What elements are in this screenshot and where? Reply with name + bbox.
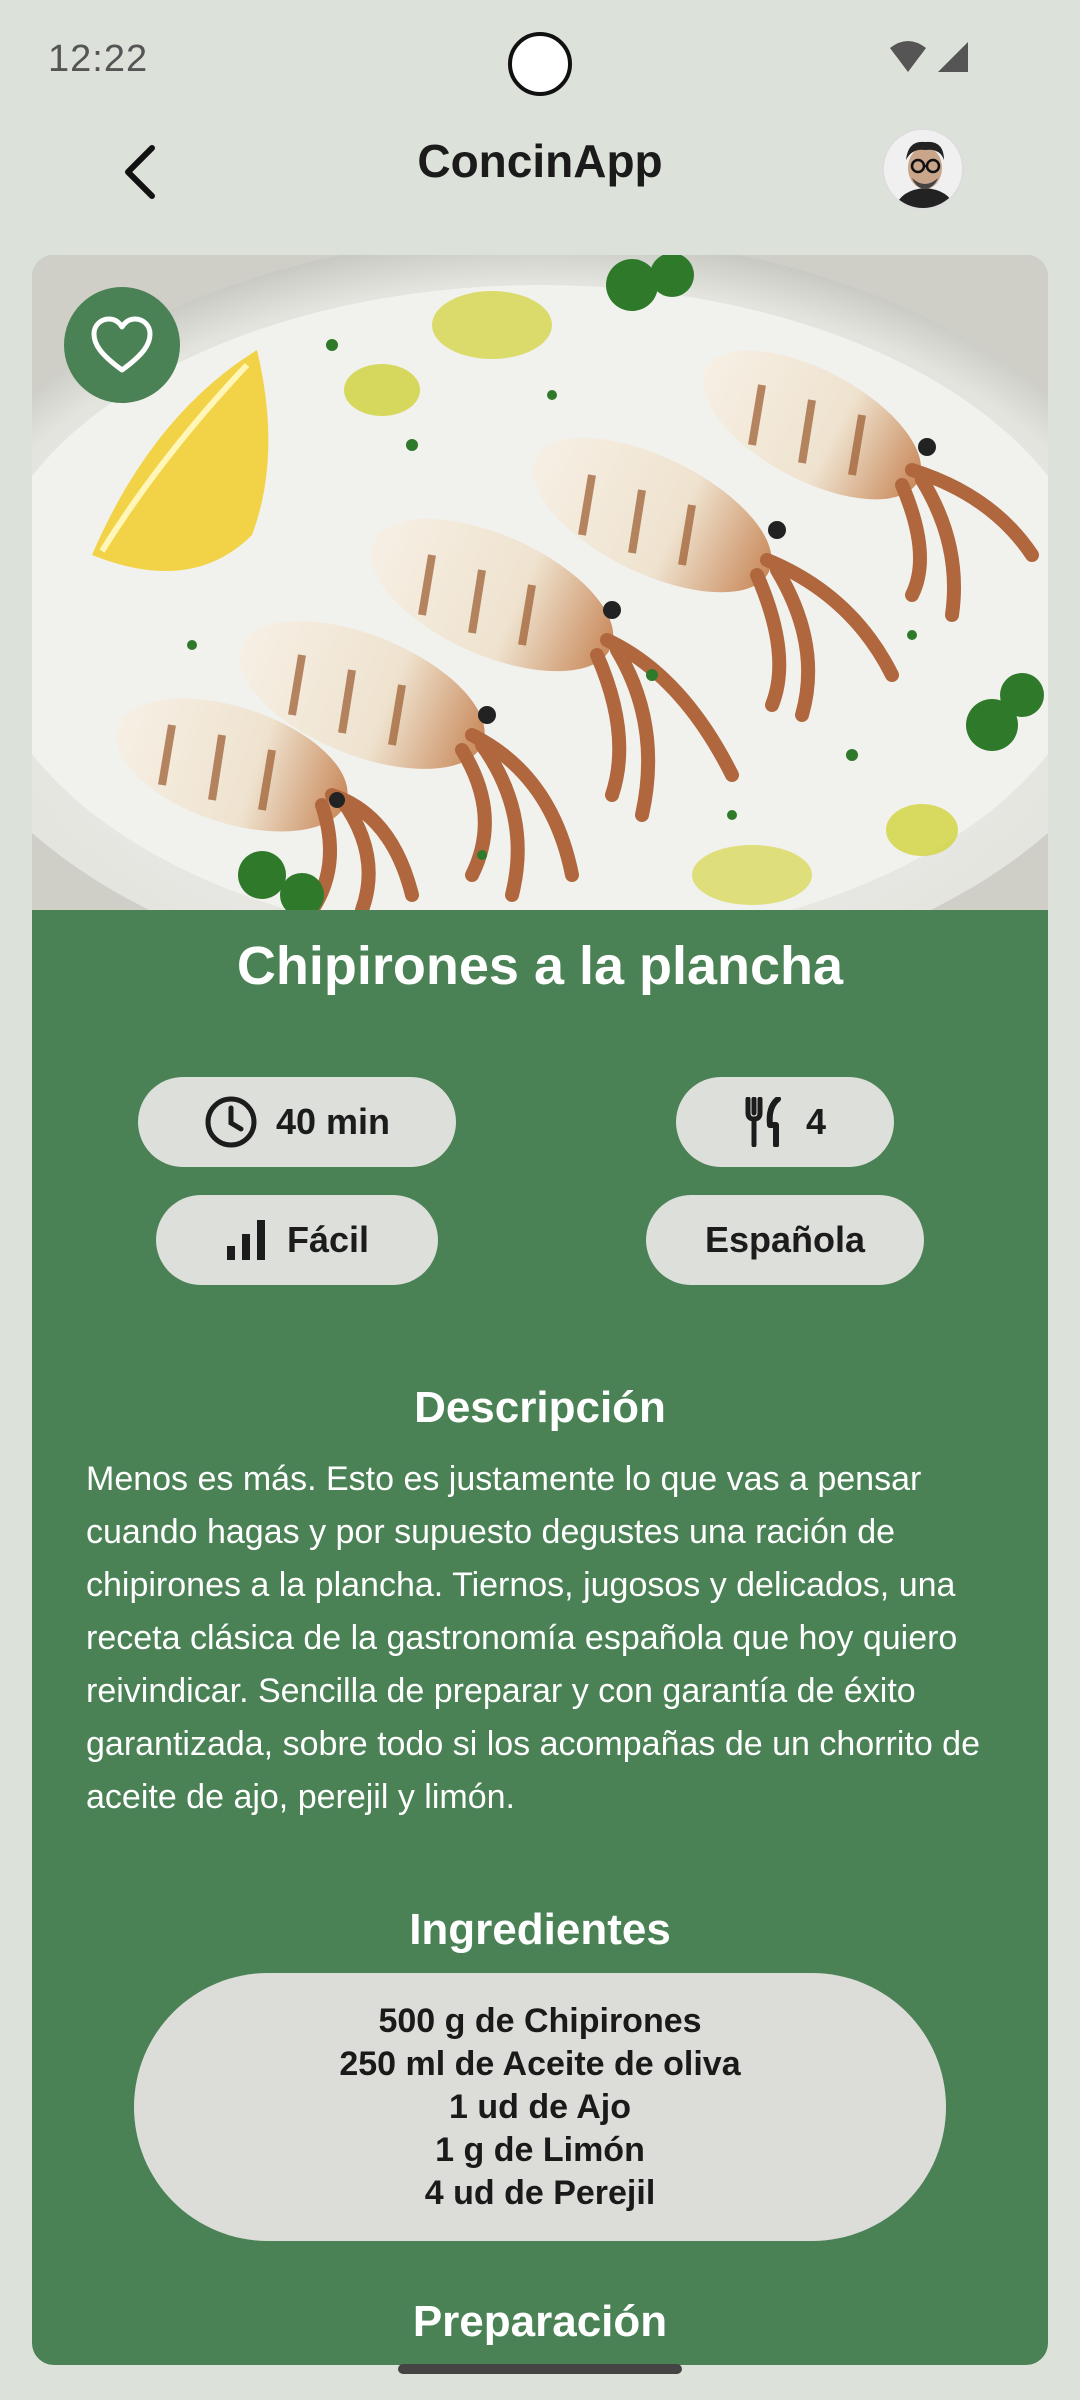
favorite-button[interactable]	[64, 287, 180, 403]
cuisine-chip[interactable]: Española	[646, 1195, 924, 1285]
recipe-title: Chipirones a la plancha	[236, 936, 844, 996]
status-icons	[888, 40, 970, 74]
signal-icon	[938, 42, 968, 72]
cuisine-label: Española	[704, 1219, 866, 1260]
fork-knife-icon	[745, 1097, 781, 1147]
difficulty-label: Fácil	[286, 1219, 370, 1260]
time-label: 40 min	[275, 1101, 391, 1142]
time-chip[interactable]: 40 min	[138, 1077, 456, 1167]
description-text: Menos es más. Esto es justamente lo que …	[86, 1460, 980, 1816]
recipe-image	[32, 255, 1048, 910]
avatar[interactable]	[882, 128, 964, 210]
list-item: 4 ud de Perejil	[424, 2173, 656, 2212]
list-item: 1 ud de Ajo	[449, 2087, 631, 2126]
recipe-card: Chipirones a la plancha 40 min 4 Fácil E…	[32, 255, 1048, 2365]
ingredients-heading: Ingredientes	[409, 1905, 671, 1954]
status-bar: 12:22	[0, 0, 1080, 120]
gesture-bar[interactable]	[398, 2364, 682, 2374]
difficulty-chip[interactable]: Fácil	[156, 1195, 438, 1285]
grilled-squid-photo	[32, 255, 1048, 910]
description-heading: Descripción	[414, 1383, 666, 1432]
preparation-heading: Preparación	[412, 2297, 668, 2346]
user-avatar-icon	[884, 130, 962, 208]
bar-chart-icon	[226, 1220, 265, 1260]
ingredients-list: 500 g de Chipirones 250 ml de Aceite de …	[134, 1973, 946, 2241]
list-item: 500 g de Chipirones	[378, 2001, 702, 2040]
heart-icon	[91, 316, 153, 373]
status-time: 12:22	[48, 38, 149, 80]
list-item: 1 g de Limón	[435, 2130, 645, 2169]
wifi-icon	[890, 41, 926, 72]
app-bar: ConcinApp	[0, 120, 1080, 260]
clock-icon	[205, 1096, 257, 1148]
camera-cutout	[508, 32, 572, 96]
list-item: 250 ml de Aceite de oliva	[339, 2044, 741, 2083]
servings-chip[interactable]: 4	[676, 1077, 894, 1167]
servings-label: 4	[805, 1101, 827, 1142]
